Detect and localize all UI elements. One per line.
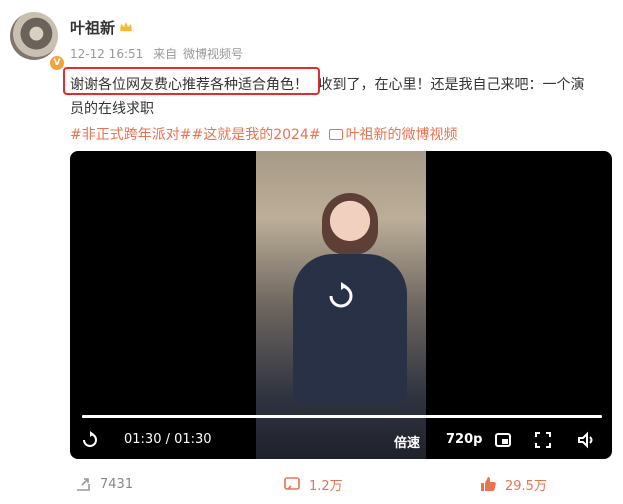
video-player[interactable]: 01:30 / 01:30 倍速 720p	[70, 151, 612, 459]
comment-icon	[284, 477, 300, 490]
fullscreen-icon[interactable]	[534, 430, 552, 450]
comment-button[interactable]: 1.2万	[283, 472, 343, 496]
video-icon	[328, 129, 343, 140]
picture-in-picture-icon[interactable]	[494, 430, 512, 450]
comment-count: 1.2万	[309, 478, 343, 494]
progress-bar[interactable]	[82, 415, 602, 418]
post-actions: 7431 1.2万 29.5万	[0, 472, 623, 496]
video-person-head	[322, 193, 378, 255]
quality-button[interactable]: 720p	[446, 432, 482, 447]
speed-button[interactable]: 倍速	[394, 432, 420, 451]
like-count: 29.5万	[505, 478, 547, 494]
avatar[interactable]	[10, 12, 58, 60]
share-icon	[77, 478, 90, 491]
volume-icon[interactable]	[576, 430, 596, 450]
post-text-rest: 收到了，在心里！还是我自己来吧：一个演	[318, 77, 585, 93]
share-count: 7431	[100, 476, 134, 492]
like-button[interactable]: 29.5万	[479, 472, 547, 496]
topic-links: #非正式跨年派对##这就是我的2024# 叶祖新的微博视频	[70, 124, 458, 144]
video-channel-link[interactable]: 叶祖新的微博视频	[346, 127, 458, 143]
replay-icon[interactable]	[325, 280, 357, 312]
topic-link-2[interactable]: #这就是我的2024#	[191, 127, 320, 143]
post-time[interactable]: 12-12 16:51	[70, 47, 143, 61]
highlighted-text: 谢谢各位网友费心推荐各种适合角色！	[70, 77, 308, 93]
video-controls: 01:30 / 01:30 倍速 720p	[70, 427, 612, 453]
thumbs-up-icon	[481, 477, 496, 491]
post-text-line-1: 谢谢各位网友费心推荐各种适合角色！ 收到了，在心里！还是我自己来吧：一个演	[70, 74, 584, 94]
share-button[interactable]: 7431	[74, 472, 133, 496]
post-text-line-2: 员的在线求职	[70, 101, 154, 117]
post-meta: 12-12 16:51 来自 微博视频号	[70, 45, 243, 62]
topic-link-1[interactable]: #非正式跨年派对#	[70, 127, 191, 143]
post-source[interactable]: 微博视频号	[183, 47, 243, 61]
video-person-body	[293, 254, 407, 404]
username[interactable]: 叶祖新	[70, 17, 115, 38]
time-display: 01:30 / 01:30	[124, 432, 212, 447]
progress-fill	[82, 415, 602, 418]
replay-small-icon[interactable]	[80, 430, 100, 450]
source-prefix: 来自	[153, 47, 178, 61]
crown-icon	[120, 22, 132, 31]
